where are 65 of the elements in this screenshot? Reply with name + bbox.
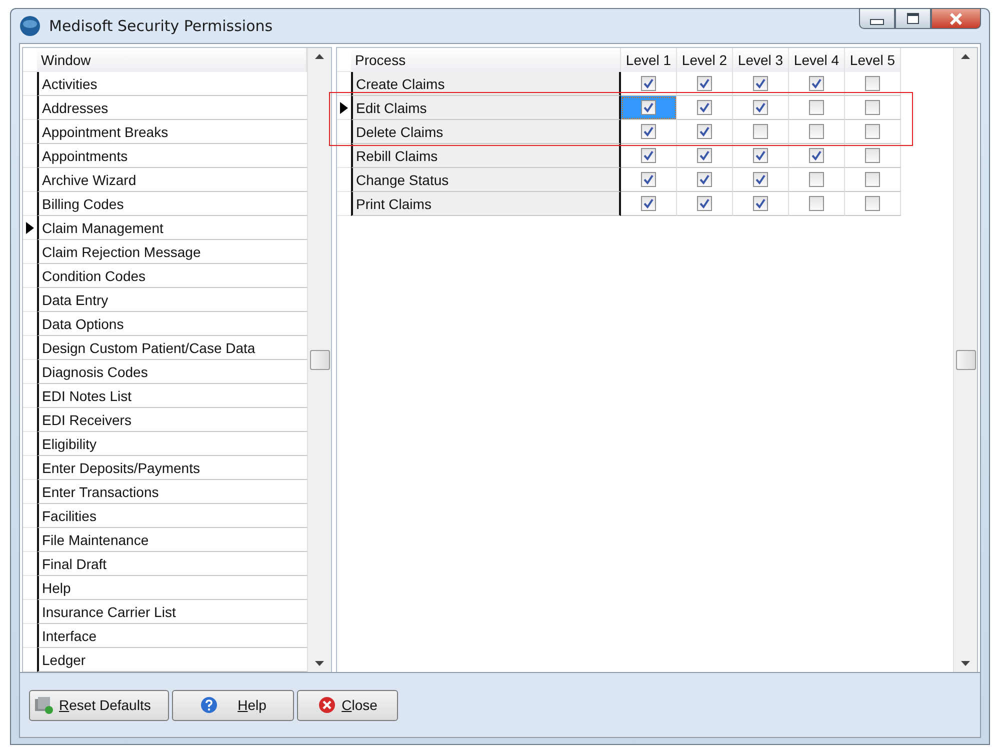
app-logo-icon: [19, 15, 41, 37]
column-header[interactable]: Window: [37, 48, 307, 72]
column-header[interactable]: Level 4: [789, 48, 845, 72]
table-cell: Create Claims: [351, 72, 621, 96]
checkbox[interactable]: [865, 100, 880, 115]
table-cell: Delete Claims: [351, 120, 621, 144]
checkbox[interactable]: [697, 196, 712, 211]
checkbox[interactable]: [865, 124, 880, 139]
column-header[interactable]: Level 1: [621, 48, 677, 72]
checkbox[interactable]: [865, 196, 880, 211]
checkbox[interactable]: [641, 148, 656, 163]
table-cell: Edit Claims: [351, 96, 621, 120]
checkbox[interactable]: [809, 76, 824, 91]
maximize-icon: [907, 13, 919, 24]
checkbox[interactable]: [697, 124, 712, 139]
table-cell: Change Status: [351, 168, 621, 192]
scroll-up-icon[interactable]: [961, 54, 970, 59]
scroll-thumb[interactable]: [310, 350, 330, 370]
checkbox[interactable]: [641, 100, 656, 115]
scroll-up-icon[interactable]: [315, 54, 324, 59]
scroll-down-icon[interactable]: [961, 661, 970, 666]
checkbox[interactable]: [809, 100, 824, 115]
checkbox[interactable]: [753, 76, 768, 91]
checkbox[interactable]: [641, 196, 656, 211]
checkbox[interactable]: [753, 100, 768, 115]
column-header[interactable]: Level 5: [845, 48, 901, 72]
scroll-thumb[interactable]: [956, 350, 976, 370]
maximize-button[interactable]: [895, 8, 931, 29]
checkbox[interactable]: [809, 148, 824, 163]
column-header[interactable]: Process: [351, 48, 621, 72]
folders-icon: [34, 696, 54, 714]
checkbox[interactable]: [697, 172, 712, 187]
checkbox[interactable]: [865, 76, 880, 91]
minimize-icon: [870, 18, 884, 24]
scrollbar[interactable]: [953, 48, 977, 672]
checkbox[interactable]: [865, 172, 880, 187]
checkbox[interactable]: [641, 124, 656, 139]
scroll-down-icon[interactable]: [315, 661, 324, 666]
scrollbar[interactable]: [307, 48, 331, 672]
checkbox[interactable]: [809, 124, 824, 139]
checkbox[interactable]: [753, 172, 768, 187]
help-icon: [200, 696, 218, 714]
checkbox[interactable]: [641, 172, 656, 187]
checkbox[interactable]: [809, 196, 824, 211]
window-title: Medisoft Security Permissions: [49, 17, 273, 35]
close-button[interactable]: [931, 8, 981, 29]
minimize-button[interactable]: [859, 8, 895, 29]
help-button[interactable]: Help: [172, 690, 294, 720]
close-button[interactable]: Close: [297, 690, 398, 720]
reset-button[interactable]: Reset Defaults: [29, 690, 169, 720]
checkbox[interactable]: [865, 148, 880, 163]
checkbox[interactable]: [753, 196, 768, 211]
checkbox[interactable]: [697, 148, 712, 163]
close-icon: [318, 696, 336, 714]
checkbox[interactable]: [641, 76, 656, 91]
close-icon: [949, 12, 963, 24]
table-cell: Print Claims: [351, 192, 621, 216]
checkbox[interactable]: [697, 100, 712, 115]
checkbox[interactable]: [753, 148, 768, 163]
checkbox[interactable]: [809, 172, 824, 187]
checkbox[interactable]: [697, 76, 712, 91]
column-header[interactable]: Level 2: [677, 48, 733, 72]
checkbox[interactable]: [753, 124, 768, 139]
column-header[interactable]: Level 3: [733, 48, 789, 72]
table-cell: Rebill Claims: [351, 144, 621, 168]
